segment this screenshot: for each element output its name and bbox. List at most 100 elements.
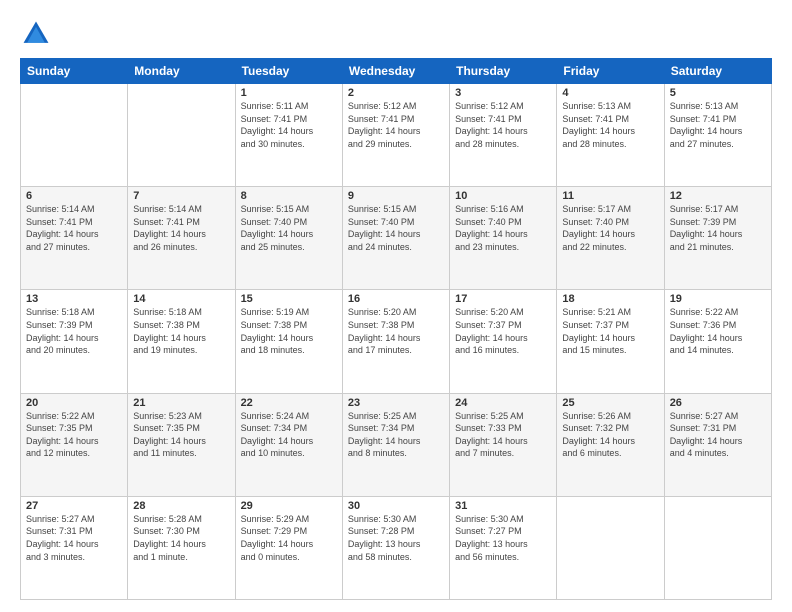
calendar-cell: 22Sunrise: 5:24 AM Sunset: 7:34 PM Dayli… bbox=[235, 393, 342, 496]
calendar-cell: 4Sunrise: 5:13 AM Sunset: 7:41 PM Daylig… bbox=[557, 84, 664, 187]
day-number: 17 bbox=[455, 293, 551, 305]
day-number: 11 bbox=[562, 190, 658, 202]
calendar-cell: 26Sunrise: 5:27 AM Sunset: 7:31 PM Dayli… bbox=[664, 393, 771, 496]
calendar-cell: 19Sunrise: 5:22 AM Sunset: 7:36 PM Dayli… bbox=[664, 290, 771, 393]
calendar-week-5: 27Sunrise: 5:27 AM Sunset: 7:31 PM Dayli… bbox=[21, 496, 772, 599]
day-content: Sunrise: 5:13 AM Sunset: 7:41 PM Dayligh… bbox=[670, 100, 766, 150]
day-content: Sunrise: 5:22 AM Sunset: 7:36 PM Dayligh… bbox=[670, 306, 766, 356]
day-number: 4 bbox=[562, 87, 658, 99]
calendar-cell: 13Sunrise: 5:18 AM Sunset: 7:39 PM Dayli… bbox=[21, 290, 128, 393]
calendar-cell: 21Sunrise: 5:23 AM Sunset: 7:35 PM Dayli… bbox=[128, 393, 235, 496]
day-number: 29 bbox=[241, 500, 337, 512]
day-number: 16 bbox=[348, 293, 444, 305]
calendar-cell: 14Sunrise: 5:18 AM Sunset: 7:38 PM Dayli… bbox=[128, 290, 235, 393]
col-header-monday: Monday bbox=[128, 59, 235, 84]
day-content: Sunrise: 5:30 AM Sunset: 7:28 PM Dayligh… bbox=[348, 513, 444, 563]
day-content: Sunrise: 5:19 AM Sunset: 7:38 PM Dayligh… bbox=[241, 306, 337, 356]
day-content: Sunrise: 5:11 AM Sunset: 7:41 PM Dayligh… bbox=[241, 100, 337, 150]
day-content: Sunrise: 5:27 AM Sunset: 7:31 PM Dayligh… bbox=[670, 410, 766, 460]
logo bbox=[20, 18, 56, 50]
day-content: Sunrise: 5:15 AM Sunset: 7:40 PM Dayligh… bbox=[241, 203, 337, 253]
day-number: 13 bbox=[26, 293, 122, 305]
day-number: 9 bbox=[348, 190, 444, 202]
day-content: Sunrise: 5:14 AM Sunset: 7:41 PM Dayligh… bbox=[133, 203, 229, 253]
calendar-cell bbox=[21, 84, 128, 187]
calendar-cell: 23Sunrise: 5:25 AM Sunset: 7:34 PM Dayli… bbox=[342, 393, 449, 496]
calendar-cell: 2Sunrise: 5:12 AM Sunset: 7:41 PM Daylig… bbox=[342, 84, 449, 187]
day-number: 12 bbox=[670, 190, 766, 202]
calendar-cell: 9Sunrise: 5:15 AM Sunset: 7:40 PM Daylig… bbox=[342, 187, 449, 290]
col-header-tuesday: Tuesday bbox=[235, 59, 342, 84]
calendar-cell: 1Sunrise: 5:11 AM Sunset: 7:41 PM Daylig… bbox=[235, 84, 342, 187]
day-content: Sunrise: 5:17 AM Sunset: 7:39 PM Dayligh… bbox=[670, 203, 766, 253]
col-header-friday: Friday bbox=[557, 59, 664, 84]
day-content: Sunrise: 5:17 AM Sunset: 7:40 PM Dayligh… bbox=[562, 203, 658, 253]
day-content: Sunrise: 5:12 AM Sunset: 7:41 PM Dayligh… bbox=[455, 100, 551, 150]
day-content: Sunrise: 5:21 AM Sunset: 7:37 PM Dayligh… bbox=[562, 306, 658, 356]
day-content: Sunrise: 5:18 AM Sunset: 7:38 PM Dayligh… bbox=[133, 306, 229, 356]
day-number: 1 bbox=[241, 87, 337, 99]
day-content: Sunrise: 5:16 AM Sunset: 7:40 PM Dayligh… bbox=[455, 203, 551, 253]
calendar-cell: 6Sunrise: 5:14 AM Sunset: 7:41 PM Daylig… bbox=[21, 187, 128, 290]
day-number: 10 bbox=[455, 190, 551, 202]
day-number: 21 bbox=[133, 397, 229, 409]
calendar-week-1: 1Sunrise: 5:11 AM Sunset: 7:41 PM Daylig… bbox=[21, 84, 772, 187]
day-content: Sunrise: 5:12 AM Sunset: 7:41 PM Dayligh… bbox=[348, 100, 444, 150]
day-content: Sunrise: 5:25 AM Sunset: 7:34 PM Dayligh… bbox=[348, 410, 444, 460]
col-header-saturday: Saturday bbox=[664, 59, 771, 84]
day-number: 27 bbox=[26, 500, 122, 512]
day-number: 14 bbox=[133, 293, 229, 305]
day-number: 30 bbox=[348, 500, 444, 512]
calendar-cell: 20Sunrise: 5:22 AM Sunset: 7:35 PM Dayli… bbox=[21, 393, 128, 496]
day-content: Sunrise: 5:24 AM Sunset: 7:34 PM Dayligh… bbox=[241, 410, 337, 460]
calendar-cell: 15Sunrise: 5:19 AM Sunset: 7:38 PM Dayli… bbox=[235, 290, 342, 393]
day-number: 19 bbox=[670, 293, 766, 305]
col-header-sunday: Sunday bbox=[21, 59, 128, 84]
day-content: Sunrise: 5:23 AM Sunset: 7:35 PM Dayligh… bbox=[133, 410, 229, 460]
day-number: 3 bbox=[455, 87, 551, 99]
calendar-cell: 10Sunrise: 5:16 AM Sunset: 7:40 PM Dayli… bbox=[450, 187, 557, 290]
calendar-cell: 3Sunrise: 5:12 AM Sunset: 7:41 PM Daylig… bbox=[450, 84, 557, 187]
day-content: Sunrise: 5:14 AM Sunset: 7:41 PM Dayligh… bbox=[26, 203, 122, 253]
day-content: Sunrise: 5:20 AM Sunset: 7:37 PM Dayligh… bbox=[455, 306, 551, 356]
day-number: 18 bbox=[562, 293, 658, 305]
day-number: 26 bbox=[670, 397, 766, 409]
day-number: 22 bbox=[241, 397, 337, 409]
col-header-wednesday: Wednesday bbox=[342, 59, 449, 84]
calendar-cell: 12Sunrise: 5:17 AM Sunset: 7:39 PM Dayli… bbox=[664, 187, 771, 290]
calendar-cell: 25Sunrise: 5:26 AM Sunset: 7:32 PM Dayli… bbox=[557, 393, 664, 496]
calendar-cell: 17Sunrise: 5:20 AM Sunset: 7:37 PM Dayli… bbox=[450, 290, 557, 393]
calendar-cell bbox=[557, 496, 664, 599]
calendar-cell: 18Sunrise: 5:21 AM Sunset: 7:37 PM Dayli… bbox=[557, 290, 664, 393]
day-content: Sunrise: 5:22 AM Sunset: 7:35 PM Dayligh… bbox=[26, 410, 122, 460]
calendar-cell: 11Sunrise: 5:17 AM Sunset: 7:40 PM Dayli… bbox=[557, 187, 664, 290]
calendar-cell: 27Sunrise: 5:27 AM Sunset: 7:31 PM Dayli… bbox=[21, 496, 128, 599]
calendar-cell bbox=[664, 496, 771, 599]
day-number: 24 bbox=[455, 397, 551, 409]
day-number: 31 bbox=[455, 500, 551, 512]
day-number: 25 bbox=[562, 397, 658, 409]
calendar-cell: 29Sunrise: 5:29 AM Sunset: 7:29 PM Dayli… bbox=[235, 496, 342, 599]
calendar-cell: 31Sunrise: 5:30 AM Sunset: 7:27 PM Dayli… bbox=[450, 496, 557, 599]
calendar-cell: 24Sunrise: 5:25 AM Sunset: 7:33 PM Dayli… bbox=[450, 393, 557, 496]
calendar-week-3: 13Sunrise: 5:18 AM Sunset: 7:39 PM Dayli… bbox=[21, 290, 772, 393]
day-content: Sunrise: 5:26 AM Sunset: 7:32 PM Dayligh… bbox=[562, 410, 658, 460]
day-content: Sunrise: 5:27 AM Sunset: 7:31 PM Dayligh… bbox=[26, 513, 122, 563]
day-content: Sunrise: 5:15 AM Sunset: 7:40 PM Dayligh… bbox=[348, 203, 444, 253]
calendar-cell: 30Sunrise: 5:30 AM Sunset: 7:28 PM Dayli… bbox=[342, 496, 449, 599]
calendar-cell: 8Sunrise: 5:15 AM Sunset: 7:40 PM Daylig… bbox=[235, 187, 342, 290]
day-content: Sunrise: 5:28 AM Sunset: 7:30 PM Dayligh… bbox=[133, 513, 229, 563]
calendar-week-4: 20Sunrise: 5:22 AM Sunset: 7:35 PM Dayli… bbox=[21, 393, 772, 496]
day-number: 5 bbox=[670, 87, 766, 99]
day-number: 6 bbox=[26, 190, 122, 202]
calendar-cell: 7Sunrise: 5:14 AM Sunset: 7:41 PM Daylig… bbox=[128, 187, 235, 290]
day-number: 20 bbox=[26, 397, 122, 409]
page-header bbox=[20, 18, 772, 50]
day-content: Sunrise: 5:29 AM Sunset: 7:29 PM Dayligh… bbox=[241, 513, 337, 563]
day-number: 23 bbox=[348, 397, 444, 409]
day-content: Sunrise: 5:20 AM Sunset: 7:38 PM Dayligh… bbox=[348, 306, 444, 356]
calendar-cell: 16Sunrise: 5:20 AM Sunset: 7:38 PM Dayli… bbox=[342, 290, 449, 393]
day-number: 15 bbox=[241, 293, 337, 305]
day-content: Sunrise: 5:25 AM Sunset: 7:33 PM Dayligh… bbox=[455, 410, 551, 460]
calendar-header-row: SundayMondayTuesdayWednesdayThursdayFrid… bbox=[21, 59, 772, 84]
